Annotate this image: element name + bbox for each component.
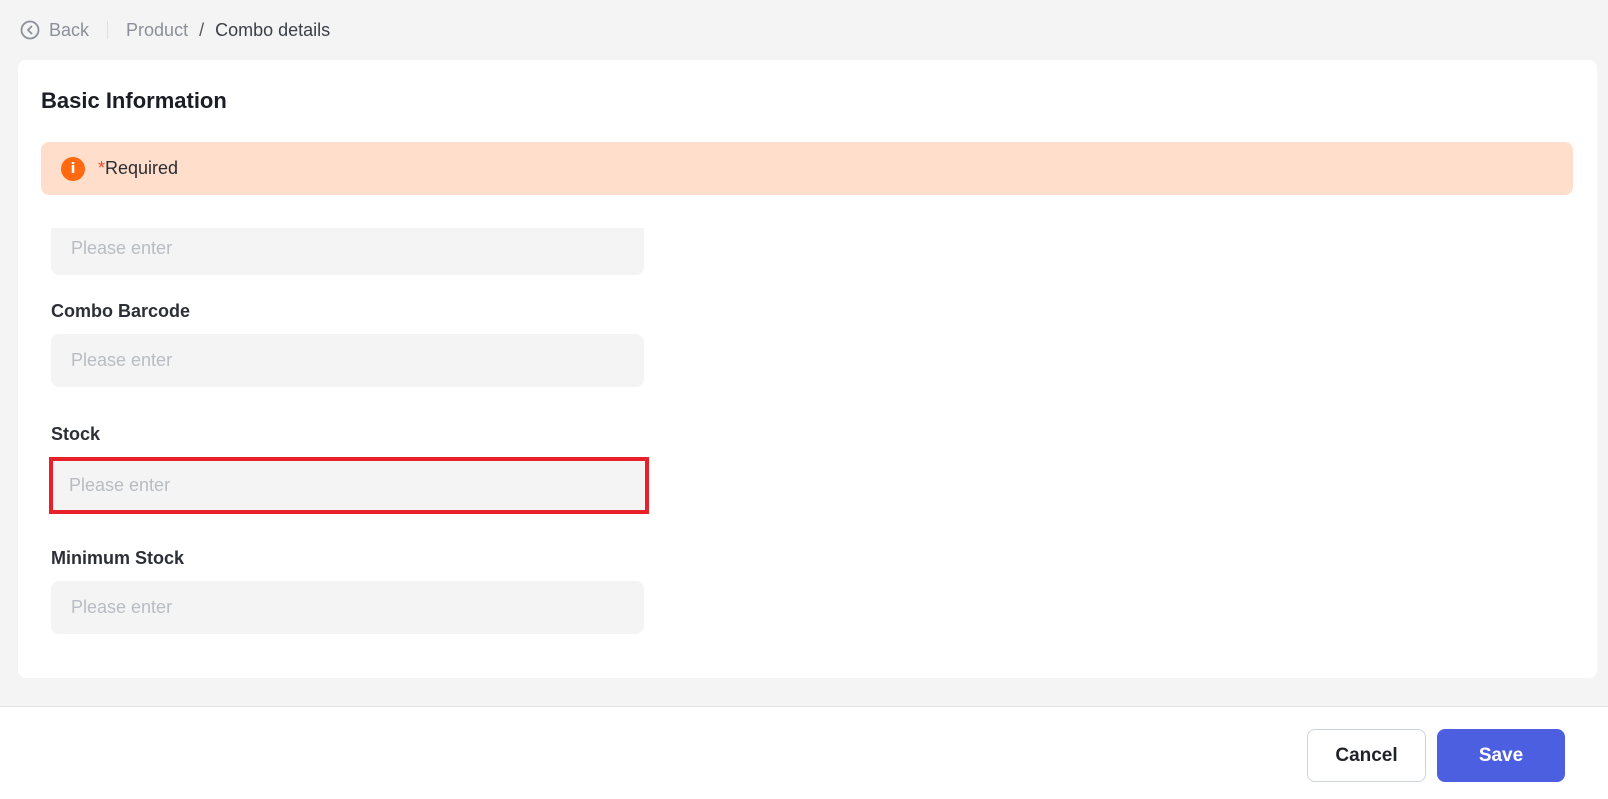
- combo-barcode-label: Combo Barcode: [51, 301, 191, 321]
- footer-bar: Cancel Save: [0, 706, 1608, 799]
- chevron-left-circle-icon: [20, 20, 40, 40]
- field-input-top[interactable]: [51, 228, 644, 275]
- combo-barcode-input[interactable]: [51, 334, 644, 387]
- required-notice: i *Required: [41, 142, 1573, 195]
- form-scroll-region[interactable]: Combo Barcode Stock Minimum Stock: [18, 228, 1597, 678]
- basic-information-card: Basic Information i *Required Combo Barc…: [18, 60, 1597, 678]
- top-bar: Back Product / Combo details: [0, 0, 1608, 60]
- breadcrumb-divider: [107, 21, 109, 39]
- breadcrumb-current: Combo details: [215, 19, 331, 40]
- notice-text: *Required: [98, 158, 178, 179]
- back-button[interactable]: Back: [20, 20, 89, 41]
- back-label: Back: [49, 19, 90, 40]
- breadcrumb-separator: /: [199, 19, 205, 40]
- stock-label: Stock: [51, 424, 101, 444]
- stock-input[interactable]: [49, 457, 649, 514]
- minimum-stock-label: Minimum Stock: [51, 548, 185, 568]
- cancel-button[interactable]: Cancel: [1307, 729, 1426, 782]
- minimum-stock-input[interactable]: [51, 581, 644, 634]
- section-title: Basic Information: [41, 88, 227, 113]
- required-star: *: [98, 158, 106, 178]
- notice-label: Required: [105, 158, 179, 178]
- save-button[interactable]: Save: [1437, 729, 1565, 782]
- info-icon: i: [61, 156, 85, 181]
- breadcrumb-product-link[interactable]: Product: [126, 20, 188, 41]
